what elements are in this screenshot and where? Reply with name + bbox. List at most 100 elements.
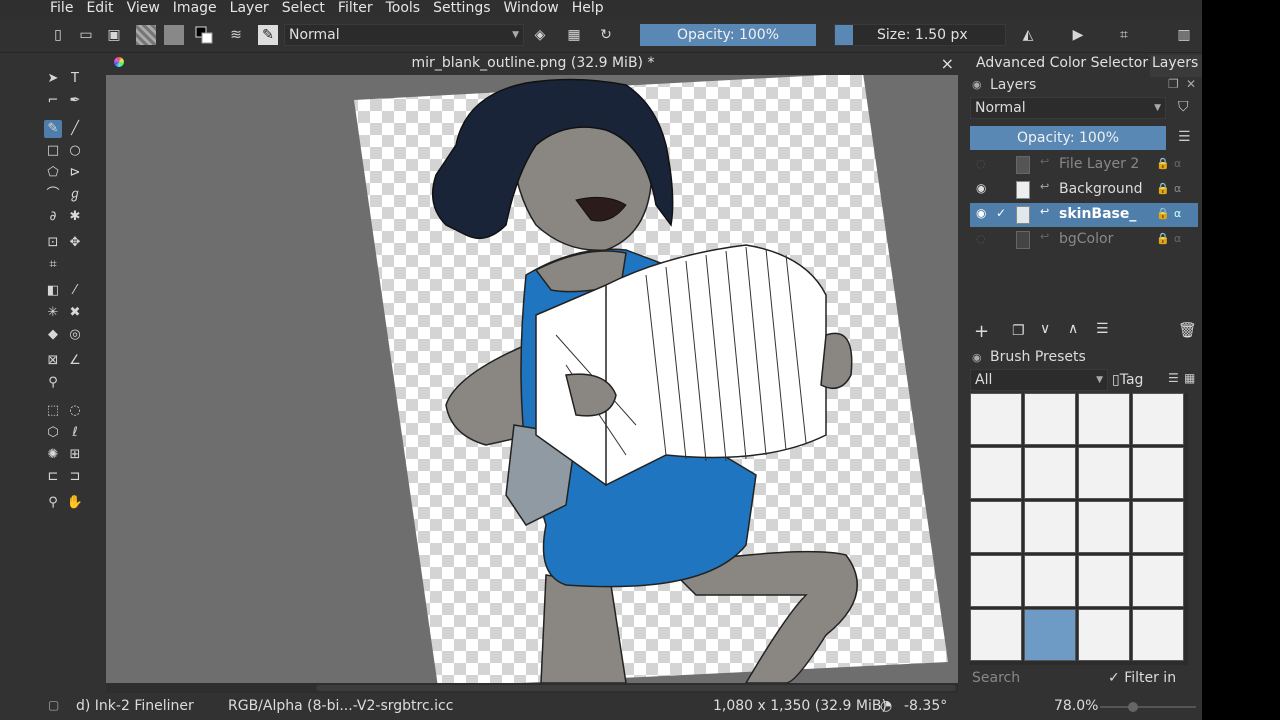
zoom-slider[interactable]: [1100, 702, 1196, 712]
lock-icon[interactable]: 🔒: [1156, 207, 1170, 220]
add-layer-icon[interactable]: +: [974, 321, 989, 342]
tab-layers[interactable]: Layers: [1150, 55, 1202, 77]
lock-icon[interactable]: 🔒: [1156, 182, 1170, 195]
alpha-icon[interactable]: α: [1174, 157, 1181, 170]
freehand-brush-icon[interactable]: ✎: [44, 120, 62, 138]
brush-preset[interactable]: [1132, 609, 1184, 661]
layer-row[interactable]: ◌ ↩ File Layer 2 🔒 α: [970, 153, 1198, 177]
gradient-swatch[interactable]: [136, 25, 156, 45]
brush-preset[interactable]: [1078, 501, 1130, 553]
opacity-slider[interactable]: Opacity: 100%: [640, 24, 816, 46]
layer-row[interactable]: ◉ ↩ Background 🔒 α: [970, 178, 1198, 202]
edit-shape-icon[interactable]: ⌐: [44, 92, 62, 110]
fill-tool-icon[interactable]: ◆: [44, 326, 62, 344]
color-picker-icon[interactable]: ⁄: [66, 282, 84, 300]
menu-layer[interactable]: Layer: [230, 0, 269, 17]
workspace-icon[interactable]: ▥: [1174, 25, 1194, 45]
menu-settings[interactable]: Settings: [433, 0, 490, 17]
polyline-tool-icon[interactable]: ⊳: [66, 164, 84, 182]
assistant-tool-icon[interactable]: ⊠: [44, 352, 62, 370]
layer-blend-mode-select[interactable]: Normal ▼: [970, 97, 1166, 119]
list-view-icon[interactable]: ☰: [1168, 371, 1179, 385]
hamburger-icon[interactable]: ☰: [1178, 129, 1191, 145]
lock-icon[interactable]: 🔒: [1156, 157, 1170, 170]
bezier-tool-icon[interactable]: ⌒: [44, 186, 62, 204]
tag-button[interactable]: ▯Tag: [1112, 369, 1162, 391]
select-shape-icon[interactable]: ➤: [44, 70, 62, 88]
filter-icon[interactable]: ⛉: [1178, 99, 1189, 115]
layer-row-selected[interactable]: ◉ ✓ ↩ skinBase_ 🔒 α: [970, 203, 1198, 227]
move-down-icon[interactable]: ∨: [1040, 321, 1050, 337]
brush-preset[interactable]: [970, 609, 1022, 661]
polygon-select-icon[interactable]: ⬡: [44, 424, 62, 442]
measure-tool-icon[interactable]: ∠: [66, 352, 84, 370]
rect-select-icon[interactable]: ⬚: [44, 402, 62, 420]
menu-help[interactable]: Help: [572, 0, 604, 17]
panel-menu-icon[interactable]: ◉: [972, 78, 982, 91]
horizontal-scrollbar[interactable]: [106, 683, 958, 693]
layer-row[interactable]: ◌ ↩ bgColor 🔒 α: [970, 228, 1198, 252]
gradient-tool-icon[interactable]: ◧: [44, 282, 62, 300]
tab-advanced-color-selector[interactable]: Advanced Color Selector: [976, 55, 1148, 71]
contiguous-select-icon[interactable]: ✺: [44, 446, 62, 464]
pan-tool-icon[interactable]: ✋: [66, 494, 84, 512]
rotation-icon[interactable]: ◔: [880, 698, 892, 714]
brush-preset[interactable]: [1132, 447, 1184, 499]
enclose-fill-icon[interactable]: ◎: [66, 326, 84, 344]
preset-filter-select[interactable]: All ▼: [970, 369, 1108, 391]
move-tool-icon[interactable]: ✥: [66, 234, 84, 252]
grid-view-icon[interactable]: ▦: [1184, 371, 1195, 385]
fg-bg-color-icon[interactable]: [194, 25, 214, 45]
transform-tool-icon[interactable]: ⊡: [44, 234, 62, 252]
alpha-icon[interactable]: α: [1174, 207, 1181, 220]
brush-preset-selected[interactable]: [1024, 609, 1076, 661]
brush-preset-icon[interactable]: ✎: [258, 25, 278, 45]
open-folder-icon[interactable]: ▭: [76, 25, 96, 45]
mirror-vertical-icon[interactable]: ▶: [1068, 25, 1088, 45]
reference-tool-icon[interactable]: ⚲: [44, 374, 62, 392]
ellipse-select-icon[interactable]: ◌: [66, 402, 84, 420]
menu-filter[interactable]: Filter: [338, 0, 373, 17]
brush-preset[interactable]: [1078, 609, 1130, 661]
document-tab[interactable]: mir_blank_outline.png (32.9 MiB) * ×: [106, 53, 960, 75]
menu-file[interactable]: File: [50, 0, 73, 17]
menu-view[interactable]: View: [127, 0, 160, 17]
blend-mode-select[interactable]: Normal ▼: [284, 24, 524, 46]
dynamic-brush-icon[interactable]: ∂: [44, 208, 62, 226]
lock-icon[interactable]: 🔒: [1156, 232, 1170, 245]
brush-preset[interactable]: [1024, 501, 1076, 553]
brush-preset[interactable]: [970, 447, 1022, 499]
brush-settings-icon[interactable]: ≋: [226, 25, 246, 45]
wrap-around-icon[interactable]: ⌗: [1114, 25, 1134, 45]
pattern-swatch[interactable]: [164, 25, 184, 45]
panel-menu-icon[interactable]: ◉: [972, 351, 982, 364]
zoom-tool-icon[interactable]: ⚲: [44, 494, 62, 512]
new-document-icon[interactable]: ▯: [48, 25, 68, 45]
save-icon[interactable]: ▣: [104, 25, 124, 45]
reload-preset-icon[interactable]: ↻: [596, 25, 616, 45]
mirror-horizontal-icon[interactable]: ◭: [1018, 25, 1038, 45]
brush-preset[interactable]: [1132, 555, 1184, 607]
eye-icon[interactable]: ◉: [976, 206, 986, 220]
menu-image[interactable]: Image: [173, 0, 217, 17]
similar-select-icon[interactable]: ⊞: [66, 446, 84, 464]
text-tool-icon[interactable]: T: [66, 70, 84, 88]
brush-preset[interactable]: [1024, 555, 1076, 607]
canvas[interactable]: [106, 75, 958, 683]
size-slider[interactable]: Size: 1.50 px: [834, 24, 1006, 46]
menu-tools[interactable]: Tools: [386, 0, 421, 17]
ellipse-tool-icon[interactable]: ○: [66, 142, 84, 160]
menu-edit[interactable]: Edit: [86, 0, 113, 17]
eye-icon[interactable]: ◉: [976, 181, 986, 195]
delete-layer-icon[interactable]: 🗑: [1178, 321, 1197, 339]
menu-window[interactable]: Window: [504, 0, 559, 17]
brush-preset[interactable]: [970, 393, 1022, 445]
close-panel-icon[interactable]: ✕: [1186, 77, 1196, 91]
freehand-select-icon[interactable]: ℓ: [66, 424, 84, 442]
brush-preset[interactable]: [1078, 555, 1130, 607]
zoom-slider-handle[interactable]: [1128, 702, 1138, 712]
brush-preset[interactable]: [1132, 501, 1184, 553]
preset-search-input[interactable]: Search: [970, 667, 1106, 689]
eye-icon[interactable]: ◌: [976, 232, 986, 245]
close-document-icon[interactable]: ×: [941, 54, 954, 73]
